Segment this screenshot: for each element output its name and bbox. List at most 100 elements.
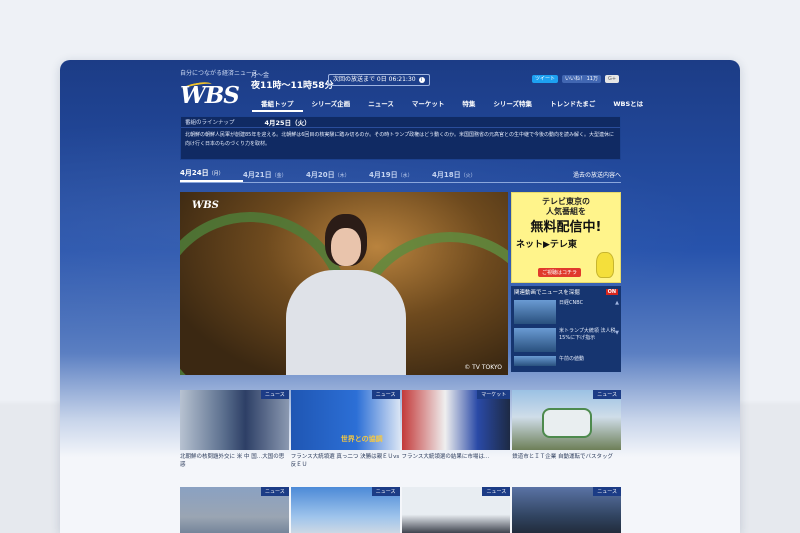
ad-headline: 無料配信中! [530, 220, 602, 235]
news-card[interactable]: ニュース 北朝鮮の核問題外交に 米 中 国…大国の思惑 [180, 390, 289, 469]
news-thumbnail: ニュース [512, 390, 621, 450]
bus-image [542, 408, 593, 438]
main-nav: 番組トップ シリーズ企画 ニュース マーケット 特集 シリーズ特集 トレンドたま… [252, 96, 652, 112]
date-tab-0420[interactable]: 4月20日（木） [306, 170, 369, 182]
date-tab-dow: （火） [460, 173, 476, 179]
related-thumbnail [514, 328, 556, 352]
news-card[interactable]: ニュース [290, 487, 400, 533]
news-row: ニュース ニュース ニュース ニュース [180, 487, 621, 533]
social-buttons: ツイート いいね！ 11万 G+ [532, 75, 620, 83]
ad-line: 人気番組を [546, 207, 586, 216]
news-card[interactable]: マーケット フランス大統領選の結果に市場は… [401, 390, 511, 469]
news-card[interactable]: ニュース [180, 487, 289, 533]
date-tab-0418[interactable]: 4月18日（火） [432, 170, 495, 182]
date-tabs: 4月24日（月） 4月21日（金） 4月20日（木） 4月19日（水） 4月18… [180, 169, 621, 183]
site-tagline: 自分につながる経済ニュース [180, 70, 258, 77]
news-thumbnail: ニュース [401, 487, 511, 533]
ad-watch-button[interactable]: ご視聴はコチラ [538, 268, 582, 277]
category-tag: ニュース [371, 487, 400, 496]
lineup-label: 番組のラインナップ [185, 120, 235, 126]
related-item[interactable]: 日経CNBC [511, 298, 621, 326]
nav-item-trend-egg[interactable]: トレンドたまご [541, 96, 604, 112]
nav-item-top[interactable]: 番組トップ [252, 96, 303, 112]
ad-brand: ネット▶テレ東 [516, 240, 577, 250]
category-tag: ニュース [260, 390, 289, 399]
info-icon: i [418, 77, 425, 83]
lineup-panel: 番組のラインナップ 4月25日（火） 北朝鮮の朝鮮人民軍が創建85年を迎える。北… [180, 116, 621, 160]
related-title: 関連動画でニュースを深掘 [514, 290, 580, 296]
nav-item-news[interactable]: ニュース [359, 96, 403, 112]
anchor-face [331, 228, 361, 266]
related-thumbnail [514, 300, 556, 324]
news-card[interactable]: ニュース 鉄道市とＩＴ企業 自動運転でバスタッグ [512, 390, 621, 469]
nav-item-series-feature[interactable]: シリーズ特集 [484, 96, 541, 112]
airtime-time: 夜11時～11時58分 [251, 81, 334, 91]
date-tab-dow: （木） [334, 173, 350, 179]
lineup-text: 北朝鮮の朝鮮人民軍が創建85年を迎える。北朝鮮は6回目の核実験に踏み切るのか。そ… [185, 132, 615, 147]
next-broadcast-countdown: 次回の放送まで 0日 06:21:30 i [328, 74, 430, 86]
news-grid: ニュース 北朝鮮の核問題外交に 米 中 国…大国の思惑 ニュース 世界との協調 … [180, 390, 621, 533]
video-copyright: © TV TOKYO [464, 364, 502, 371]
sidebar: テレビ東京の 人気番組を 無料配信中! ネット▶テレ東 ご視聴はコチラ 関連動画… [511, 192, 621, 375]
lineup-header: 番組のラインナップ 4月25日（火） [181, 117, 620, 128]
category-tag: ニュース [260, 487, 289, 496]
news-thumbnail: ニュース 世界との協調 [290, 390, 400, 450]
news-title: 北朝鮮の核問題外交に 米 中 国…大国の思惑 [180, 454, 285, 468]
news-row: ニュース 北朝鮮の核問題外交に 米 中 国…大国の思惑 ニュース 世界との協調 … [180, 390, 621, 469]
date-tab-label: 4月19日 [369, 171, 398, 179]
category-tag: マーケット [477, 390, 511, 399]
news-thumbnail: ニュース [512, 487, 621, 533]
anchor-body [286, 270, 406, 375]
date-tab-0421[interactable]: 4月21日（金） [243, 170, 306, 182]
lineup-date: 4月25日（火） [264, 119, 311, 127]
news-title: フランス大統領選の結果に市場は… [401, 454, 490, 460]
category-tag: ニュース [371, 390, 400, 399]
related-item-text: 午前の値動 [559, 356, 585, 362]
related-header: 関連動画でニュースを深掘 ON [511, 286, 621, 298]
news-card[interactable]: ニュース [512, 487, 621, 533]
date-tab-label: 4月21日 [243, 171, 272, 179]
category-tag: ニュース [482, 487, 511, 496]
related-item[interactable]: 米トランプ大統領 法人税15%に下げ指示 [511, 326, 621, 354]
thumbnail-caption: 世界との協調 [340, 435, 383, 443]
date-tab-dow: （金） [271, 173, 287, 179]
news-thumbnail: ニュース [180, 487, 289, 533]
video-logo-bug: WBS [192, 200, 219, 211]
date-tab-label: 4月20日 [306, 171, 335, 179]
date-tab-0424[interactable]: 4月24日（月） [180, 168, 243, 182]
related-item[interactable]: 午前の値動 [511, 354, 621, 368]
on-badge: ON [605, 289, 618, 295]
news-card[interactable]: ニュース 世界との協調 フランス大統領選 真っ二つ 決勝は親ＥＵvs反ＥＵ [290, 390, 400, 469]
like-button[interactable]: いいね！ 11万 [562, 75, 601, 83]
news-card[interactable]: ニュース [401, 487, 511, 533]
countdown-text: 次回の放送まで 0日 06:21:30 [333, 76, 416, 83]
browser-window: 自分につながる経済ニュース WBS 月～金 夜11時～11時58分 次回の放送ま… [60, 60, 740, 533]
news-title: 鉄道市とＩＴ企業 自動運転でバスタッグ [512, 454, 613, 460]
ad-banner[interactable]: テレビ東京の 人気番組を 無料配信中! ネット▶テレ東 ご視聴はコチラ [511, 192, 621, 283]
date-tab-label: 4月24日 [180, 169, 209, 177]
category-tag: ニュース [593, 487, 621, 496]
related-item-text: 米トランプ大統領 法人税15%に下げ指示 [559, 328, 616, 341]
wbs-logo[interactable]: WBS [180, 82, 240, 109]
gplus-button[interactable]: G+ [604, 75, 620, 83]
scroll-arrows-icon[interactable]: ▲ ▼ [614, 300, 620, 336]
main-video-player[interactable]: WBS © TV TOKYO [180, 192, 508, 375]
date-tab-label: 4月18日 [432, 171, 461, 179]
related-item-text: 日経CNBC [559, 300, 584, 306]
category-tag: ニュース [593, 390, 621, 399]
date-tab-dow: （水） [397, 173, 413, 179]
news-thumbnail: マーケット [401, 390, 511, 450]
related-videos-panel: 関連動画でニュースを深掘 ON 日経CNBC 米トランプ大統領 法人税15%に下… [511, 286, 621, 372]
past-broadcasts-link[interactable]: 過去の放送内容へ [573, 170, 621, 182]
nav-item-market[interactable]: マーケット [403, 96, 454, 112]
nav-item-about[interactable]: WBSとは [604, 96, 652, 112]
nav-item-series-plan[interactable]: シリーズ企画 [303, 96, 360, 112]
news-title: フランス大統領選 真っ二つ 決勝は親ＥＵvs反ＥＵ [290, 454, 400, 468]
news-thumbnail: ニュース [180, 390, 289, 450]
ad-line: テレビ東京の [542, 197, 590, 206]
related-thumbnail [514, 356, 556, 366]
nav-item-feature[interactable]: 特集 [453, 96, 484, 112]
news-thumbnail: ニュース [290, 487, 400, 533]
date-tab-0419[interactable]: 4月19日（水） [369, 170, 432, 182]
tweet-button[interactable]: ツイート [532, 75, 559, 83]
